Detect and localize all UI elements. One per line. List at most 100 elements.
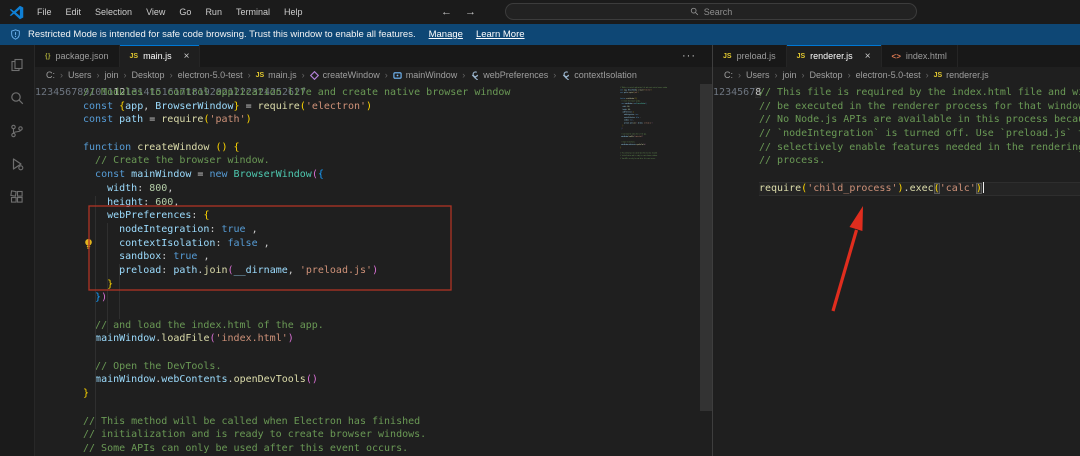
js-file-icon: JS <box>255 71 265 79</box>
minimap[interactable]: // Modules to control application life a… <box>620 86 668 164</box>
breadcrumb-item[interactable]: Desktop <box>132 70 165 80</box>
code-line[interactable]: const mainWindow = new BrowserWindow({ <box>83 168 712 182</box>
menu-edit[interactable]: Edit <box>59 0 89 24</box>
breadcrumb-separator: › <box>738 70 741 80</box>
code-line[interactable] <box>83 305 712 319</box>
code-line[interactable]: // `nodeIntegration` is turned off. Use … <box>759 127 1080 141</box>
editor-mainjs[interactable]: 1234567891011121314151617181920212223242… <box>35 84 712 456</box>
editor-rendererjs[interactable]: 12345678 // This file is required by the… <box>713 84 1080 456</box>
code-line[interactable]: mainWindow.webContents.openDevTools() <box>83 373 712 387</box>
breadcrumb-item[interactable]: electron-5.0-test <box>856 70 921 80</box>
manage-link[interactable]: Manage <box>429 29 463 40</box>
code-line[interactable]: function createWindow () { <box>83 141 712 155</box>
minimap-content: // Modules to control application life a… <box>620 86 668 160</box>
js-file-icon: JS <box>933 71 943 79</box>
code-line[interactable] <box>759 168 1080 182</box>
code-line[interactable] <box>83 346 712 360</box>
tab-renderer-js[interactable]: JS renderer.js × <box>786 45 882 67</box>
menu-run[interactable]: Run <box>198 0 229 24</box>
editor-group-right: JS preload.js JS renderer.js × <> index.html C… <box>712 45 1080 456</box>
code-line[interactable]: preload: path.join(__dirname, 'preload.j… <box>83 264 712 278</box>
search-sidebar-icon[interactable] <box>0 84 35 111</box>
code-line[interactable]: }) <box>83 291 712 305</box>
breadcrumb-item[interactable]: C: <box>46 70 55 80</box>
tab-label: package.json <box>55 51 109 61</box>
learn-more-link[interactable]: Learn More <box>476 29 525 40</box>
tab-bar-right: JS preload.js JS renderer.js × <> index.html <box>713 45 1080 67</box>
forward-icon[interactable]: → <box>465 6 476 18</box>
code-line[interactable]: height: 600, <box>83 196 712 210</box>
menu-view[interactable]: View <box>139 0 172 24</box>
search-box[interactable]: Search <box>505 3 917 20</box>
breadcrumb-item[interactable]: main.js <box>268 70 297 80</box>
breadcrumb-item[interactable]: webPreferences <box>483 70 548 80</box>
explorer-icon[interactable] <box>0 51 35 78</box>
indent-guide <box>95 196 96 429</box>
code-line[interactable]: // selectively enable features needed in… <box>759 141 1080 155</box>
breadcrumb-item[interactable]: join <box>105 70 119 80</box>
extensions-icon[interactable] <box>0 183 35 210</box>
breadcrumb-item[interactable]: Users <box>68 70 92 80</box>
menu-terminal[interactable]: Terminal <box>229 0 277 24</box>
code-line[interactable]: } <box>83 278 712 292</box>
code-line[interactable]: } <box>83 387 712 401</box>
menu-selection[interactable]: Selection <box>88 0 139 24</box>
code-line[interactable]: // be executed in the renderer process f… <box>759 100 1080 114</box>
back-icon[interactable]: ← <box>441 6 452 18</box>
breadcrumb-item[interactable]: contextIsolation <box>574 70 637 80</box>
breadcrumb-separator: › <box>801 70 805 80</box>
code-line[interactable] <box>83 127 712 141</box>
code-line[interactable]: // No Node.js APIs are available in this… <box>759 113 1080 127</box>
code-line[interactable]: contextIsolation: false , <box>83 237 712 251</box>
code-line[interactable]: // Some APIs can only be used after this… <box>83 442 712 456</box>
tab-main-js[interactable]: JS main.js × <box>119 45 201 67</box>
tab-preload-js[interactable]: JS preload.js <box>713 45 787 67</box>
tab-index-html[interactable]: <> index.html <box>881 45 958 67</box>
breadcrumb-item[interactable]: renderer.js <box>946 70 989 80</box>
breadcrumb-item[interactable]: join <box>783 70 797 80</box>
code-line[interactable]: sandbox: true , <box>83 250 712 264</box>
breadcrumb-item[interactable]: createWindow <box>323 70 380 80</box>
code-line[interactable]: // Open the DevTools. <box>83 360 712 374</box>
code-line[interactable] <box>83 401 712 415</box>
menu-help[interactable]: Help <box>277 0 310 24</box>
code-line[interactable]: // process. <box>759 154 1080 168</box>
code-line[interactable]: // This file is required by the index.ht… <box>759 86 1080 100</box>
code-line[interactable]: // Create the browser window. <box>83 154 712 168</box>
indent-guide <box>107 223 108 333</box>
breadcrumb-item[interactable]: Users <box>746 70 770 80</box>
menu-file[interactable]: File <box>30 0 59 24</box>
code-line[interactable]: width: 800, <box>83 182 712 196</box>
minimap-line: // Some APIs can only be used after this… <box>620 157 656 160</box>
scrollbar-thumb[interactable] <box>700 84 712 411</box>
breadcrumb-item[interactable]: mainWindow <box>406 70 458 80</box>
breadcrumb-item[interactable]: Desktop <box>810 70 843 80</box>
symbol-variable-icon <box>393 71 402 80</box>
breadcrumb-item[interactable]: C: <box>724 70 733 80</box>
close-icon[interactable]: × <box>184 51 190 62</box>
run-and-debug-icon[interactable] <box>0 150 35 177</box>
lightbulb-icon[interactable] <box>83 237 94 249</box>
code-line[interactable]: mainWindow.loadFile('index.html') <box>83 332 712 346</box>
code-line[interactable]: require('child_process').exec('calc') <box>759 181 1080 196</box>
breadcrumb-separator: › <box>925 70 929 80</box>
code-line[interactable]: webPreferences: { <box>83 209 712 223</box>
close-icon[interactable]: × <box>865 51 871 62</box>
search-placeholder: Search <box>703 6 733 17</box>
code-line[interactable]: const path = require('path') <box>83 113 712 127</box>
code-line[interactable]: // This method will be called when Elect… <box>83 415 712 429</box>
code-line[interactable]: nodeIntegration: true , <box>83 223 712 237</box>
code-line[interactable]: // initialization and is ready to create… <box>83 428 712 442</box>
tab-package-json[interactable]: {} package.json <box>35 45 120 67</box>
code-content[interactable]: // This file is required by the index.ht… <box>751 86 1080 456</box>
menu-go[interactable]: Go <box>172 0 198 24</box>
code-content[interactable]: // Modules to control application life a… <box>76 86 712 456</box>
code-line[interactable]: const {app, BrowserWindow} = require('el… <box>83 100 712 114</box>
code-line[interactable]: // Modules to control application life a… <box>83 86 712 100</box>
source-control-icon[interactable] <box>0 117 35 144</box>
more-actions-icon[interactable]: ··· <box>682 45 696 67</box>
breadcrumb-item[interactable]: electron-5.0-test <box>178 70 243 80</box>
code-line[interactable]: // and load the index.html of the app. <box>83 319 712 333</box>
breadcrumb: C: › Users › join › Desktop › electron-5.0-test ›… <box>713 67 1080 83</box>
restricted-mode-banner: Restricted Mode is intended for safe cod… <box>0 24 1080 45</box>
